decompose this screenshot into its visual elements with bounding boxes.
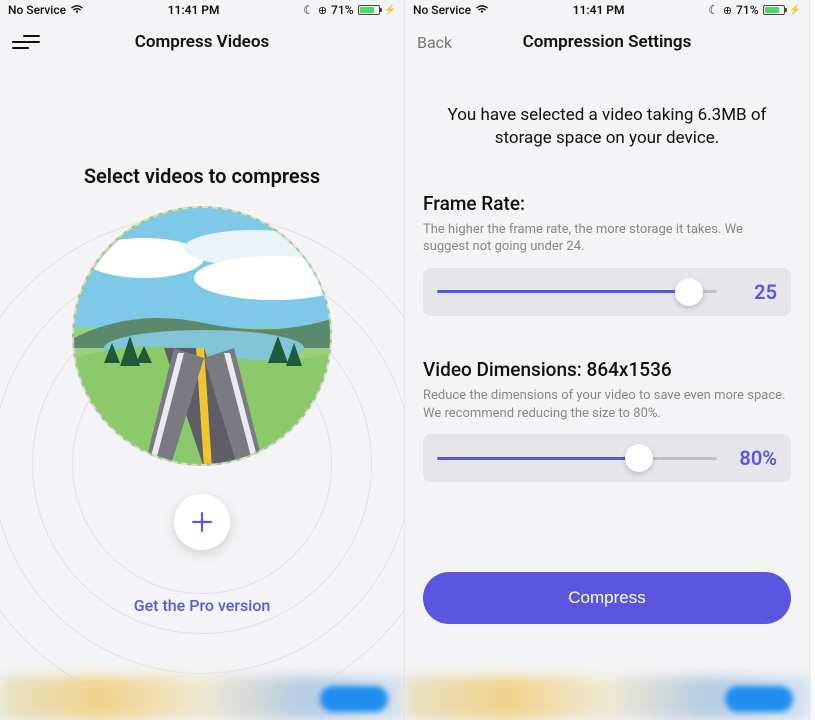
lock-rotation-icon: ⊕ bbox=[723, 4, 732, 17]
charging-icon: ⚡ bbox=[384, 5, 396, 16]
frame-rate-thumb[interactable] bbox=[675, 278, 703, 306]
landscape-illustration bbox=[72, 206, 332, 466]
plus-icon bbox=[189, 509, 215, 535]
nav-title: Compression Settings bbox=[523, 32, 692, 52]
frame-rate-value: 25 bbox=[729, 280, 777, 304]
status-bar: No Service 11:41 PM ☾ ⊕ 71% ⚡ bbox=[405, 0, 809, 20]
back-label: Back bbox=[417, 33, 452, 52]
pro-version-link[interactable]: Get the Pro version bbox=[18, 596, 386, 615]
wifi-icon bbox=[70, 3, 84, 17]
ad-install-button[interactable] bbox=[320, 686, 388, 712]
hamburger-icon bbox=[12, 32, 40, 52]
back-button[interactable]: Back bbox=[417, 33, 452, 52]
carrier-text: No Service bbox=[413, 3, 471, 17]
battery-icon bbox=[763, 5, 785, 15]
clock-text: 11:41 PM bbox=[168, 3, 220, 17]
screen-compress-videos: No Service 11:41 PM ☾ ⊕ 71% ⚡ Compress V… bbox=[0, 0, 405, 720]
battery-pct: 71% bbox=[331, 3, 353, 17]
screen-compression-settings: No Service 11:41 PM ☾ ⊕ 71% ⚡ Back Compr… bbox=[405, 0, 810, 720]
moon-icon: ☾ bbox=[303, 3, 314, 17]
select-prompt: Select videos to compress bbox=[18, 164, 386, 188]
frame-rate-slider[interactable] bbox=[437, 290, 717, 293]
add-video-button[interactable] bbox=[174, 494, 230, 550]
carrier-text: No Service bbox=[8, 3, 66, 17]
dimensions-value: 80% bbox=[729, 446, 777, 470]
battery-icon bbox=[358, 5, 380, 15]
clock-text: 11:41 PM bbox=[573, 3, 625, 17]
dimensions-thumb[interactable] bbox=[625, 444, 653, 472]
selected-video-msg: You have selected a video taking 6.3MB o… bbox=[423, 104, 791, 150]
dimensions-title: Video Dimensions: 864x1536 bbox=[423, 358, 791, 381]
compress-button[interactable]: Compress bbox=[423, 572, 791, 624]
nav-title: Compress Videos bbox=[135, 32, 269, 52]
nav-bar: Compress Videos bbox=[0, 20, 404, 64]
dimensions-desc: Reduce the dimensions of your video to s… bbox=[423, 387, 791, 422]
dimensions-slider-box: 80% bbox=[423, 434, 791, 482]
nav-bar: Back Compression Settings bbox=[405, 20, 809, 64]
battery-pct: 71% bbox=[736, 3, 758, 17]
frame-rate-slider-box: 25 bbox=[423, 268, 791, 316]
wifi-icon bbox=[475, 3, 489, 17]
status-bar: No Service 11:41 PM ☾ ⊕ 71% ⚡ bbox=[0, 0, 404, 20]
ad-install-button[interactable] bbox=[725, 686, 793, 712]
dimensions-slider[interactable] bbox=[437, 457, 717, 460]
dimensions-section: Video Dimensions: 864x1536 Reduce the di… bbox=[423, 358, 791, 482]
charging-icon: ⚡ bbox=[789, 5, 801, 16]
lock-rotation-icon: ⊕ bbox=[318, 4, 327, 17]
frame-rate-desc: The higher the frame rate, the more stor… bbox=[423, 221, 791, 256]
frame-rate-title: Frame Rate: bbox=[423, 192, 791, 215]
moon-icon: ☾ bbox=[708, 3, 719, 17]
menu-button[interactable] bbox=[12, 32, 40, 52]
frame-rate-section: Frame Rate: The higher the frame rate, t… bbox=[423, 192, 791, 316]
